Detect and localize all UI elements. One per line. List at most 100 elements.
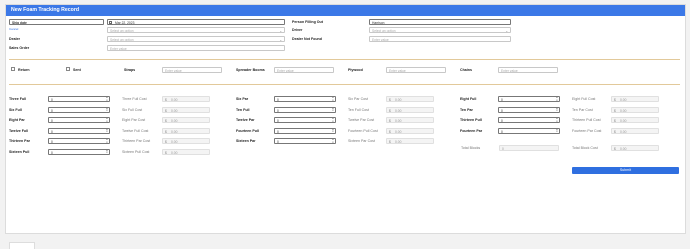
stepper-arrows-icon[interactable]: ▲ ▼: [106, 139, 108, 143]
stepper-arrows-icon[interactable]: ▲ ▼: [556, 118, 558, 122]
item-quantity-value: 0: [277, 98, 279, 102]
sales-order-input[interactable]: Enter value: [107, 45, 285, 51]
form-title: New Foam Tracking Record: [11, 7, 80, 13]
dealer-select[interactable]: Select an option ⌄: [107, 36, 285, 42]
item-quantity-stepper[interactable]: 0 ▲ ▼: [274, 138, 336, 144]
person-filling-out-input[interactable]: Harrison: [369, 19, 511, 25]
total-block-cost-input: $ 0.00: [611, 145, 659, 151]
item-label: Twelve Par: [236, 118, 255, 122]
item-quantity-stepper[interactable]: 0 ▲ ▼: [498, 96, 560, 102]
stepper-arrows-icon[interactable]: ▲ ▼: [106, 108, 108, 112]
driver-select[interactable]: Select an option ⌄: [369, 27, 511, 33]
item-cost-value: 0.00: [620, 119, 627, 123]
person-filling-out-label: Person Filling Out: [292, 20, 323, 24]
chevron-down-icon: ⌄: [505, 29, 508, 33]
section-divider: [9, 59, 680, 60]
currency-symbol: $: [389, 129, 391, 134]
item-cost-input: $0.00: [162, 127, 210, 134]
item-quantity-stepper[interactable]: 0 ▲ ▼: [498, 106, 560, 113]
item-quantity-value: 0: [51, 119, 53, 123]
item-quantity-stepper[interactable]: 0 ▲ ▼: [498, 117, 560, 123]
sent-checkbox[interactable]: [66, 67, 70, 71]
currency-symbol: $: [389, 119, 391, 123]
item-label: Six Par: [236, 97, 249, 101]
item-cost-value: 0.00: [171, 129, 178, 134]
form-header: New Foam Tracking Record: [6, 5, 685, 16]
item-quantity-stepper[interactable]: 0 ▲ ▼: [48, 138, 110, 144]
item-cost-label: Twelve Full Cost: [122, 128, 149, 133]
plywood-input[interactable]: Enter value: [386, 67, 446, 73]
item-cost-label: Eight Full Cost: [572, 97, 596, 101]
stepper-arrows-icon[interactable]: ▲ ▼: [332, 97, 334, 101]
stepper-arrows-icon[interactable]: ▲ ▼: [556, 108, 558, 112]
item-quantity-stepper[interactable]: 0 ▲ ▼: [274, 106, 336, 113]
item-cost-value: 0.00: [171, 140, 178, 144]
item-quantity-stepper[interactable]: 0 ▲ ▼: [48, 148, 110, 155]
item-cost-value: 0.00: [171, 119, 178, 123]
dealer-not-found-input[interactable]: Enter value: [369, 36, 511, 42]
item-cost-input: $0.00: [162, 106, 210, 113]
item-label: Six Full: [9, 107, 22, 112]
sub-row-select-placeholder: Select an option: [110, 29, 134, 33]
item-cost-label: Thirteen Pull Cost: [572, 118, 601, 122]
item-cost-label: Fourteen Par Cost: [572, 128, 602, 133]
item-quantity-stepper[interactable]: 0 ▲ ▼: [274, 117, 336, 123]
item-cost-input: $0.00: [386, 138, 434, 144]
chevron-down-icon: ⌄: [279, 38, 282, 42]
stepper-arrows-icon[interactable]: ▲ ▼: [106, 118, 108, 122]
item-quantity-value: 0: [501, 108, 503, 113]
item-quantity-value: 0: [277, 129, 279, 134]
sub-row-select[interactable]: Select an option ⌄: [107, 27, 285, 33]
item-cost-value: 0.00: [395, 129, 402, 134]
item-quantity-stepper[interactable]: 0 ▲ ▼: [48, 106, 110, 113]
spreader-booms-input[interactable]: Enter value: [274, 67, 334, 73]
item-quantity-stepper[interactable]: 0 ▲ ▼: [274, 96, 336, 102]
item-quantity-value: 0: [501, 98, 503, 102]
item-cost-label: Thirteen Par Cost: [122, 139, 151, 143]
cancel-link[interactable]: Cancel: [9, 27, 18, 31]
straps-label: Straps: [124, 68, 136, 72]
item-label: Thirteen Pull: [460, 118, 482, 122]
item-cost-label: Fourteen Pull Cost: [348, 128, 378, 133]
item-quantity-stepper[interactable]: 0 ▲ ▼: [274, 127, 336, 134]
return-checkbox[interactable]: [11, 67, 15, 71]
item-quantity-stepper[interactable]: 0 ▲ ▼: [48, 127, 110, 134]
submit-button[interactable]: Submit: [572, 167, 679, 174]
chains-input[interactable]: Enter value: [498, 67, 558, 73]
stepper-arrows-icon[interactable]: ▲ ▼: [106, 97, 108, 101]
stepper-arrows-icon[interactable]: ▲ ▼: [556, 129, 558, 133]
currency-symbol: $: [389, 98, 391, 102]
item-cost-value: 0.00: [395, 119, 402, 123]
item-quantity-stepper[interactable]: 0 ▲ ▼: [498, 127, 560, 134]
total-block-cost-label: Total Block Cost: [572, 146, 598, 150]
driver-placeholder: Select an option: [372, 29, 396, 33]
item-cost-input: $0.00: [386, 127, 434, 134]
item-quantity-value: 0: [51, 129, 53, 134]
item-cost-label: Six Full Cost: [122, 107, 143, 112]
item-quantity-stepper[interactable]: 0 ▲ ▼: [48, 117, 110, 123]
item-quantity-value: 0: [277, 119, 279, 123]
item-cost-label: Eight Par Cost: [122, 118, 146, 122]
stepper-arrows-icon[interactable]: ▲ ▼: [332, 118, 334, 122]
sales-order-label: Sales Order: [9, 46, 30, 50]
stepper-arrows-icon[interactable]: ▲ ▼: [106, 129, 108, 133]
ship-date-input[interactable]: Mar 22, 2023: [107, 19, 285, 25]
spreader-booms-label: Spreader Booms: [236, 68, 265, 72]
item-cost-value: 0.00: [395, 98, 402, 102]
stepper-arrows-icon[interactable]: ▲ ▼: [106, 150, 108, 154]
ship-date-value: Mar 22, 2023: [115, 21, 135, 25]
item-cost-input: $0.00: [162, 148, 210, 155]
chains-label: Chains: [460, 68, 472, 72]
ship-date-label-box: Ship date: [9, 19, 104, 25]
ship-date-label: Ship date: [12, 21, 27, 25]
chevron-down-icon: ⌄: [279, 29, 282, 33]
stepper-arrows-icon[interactable]: ▲ ▼: [556, 97, 558, 101]
stepper-arrows-icon[interactable]: ▲ ▼: [332, 129, 334, 133]
item-quantity-stepper[interactable]: 0 ▲ ▼: [48, 96, 110, 102]
straps-input[interactable]: Enter value: [162, 67, 222, 73]
dealer-placeholder: Select an option: [110, 38, 134, 42]
stepper-arrows-icon[interactable]: ▲ ▼: [332, 139, 334, 143]
calendar-icon: [109, 21, 112, 24]
stepper-arrows-icon[interactable]: ▲ ▼: [332, 108, 334, 112]
currency-symbol: $: [165, 98, 167, 102]
